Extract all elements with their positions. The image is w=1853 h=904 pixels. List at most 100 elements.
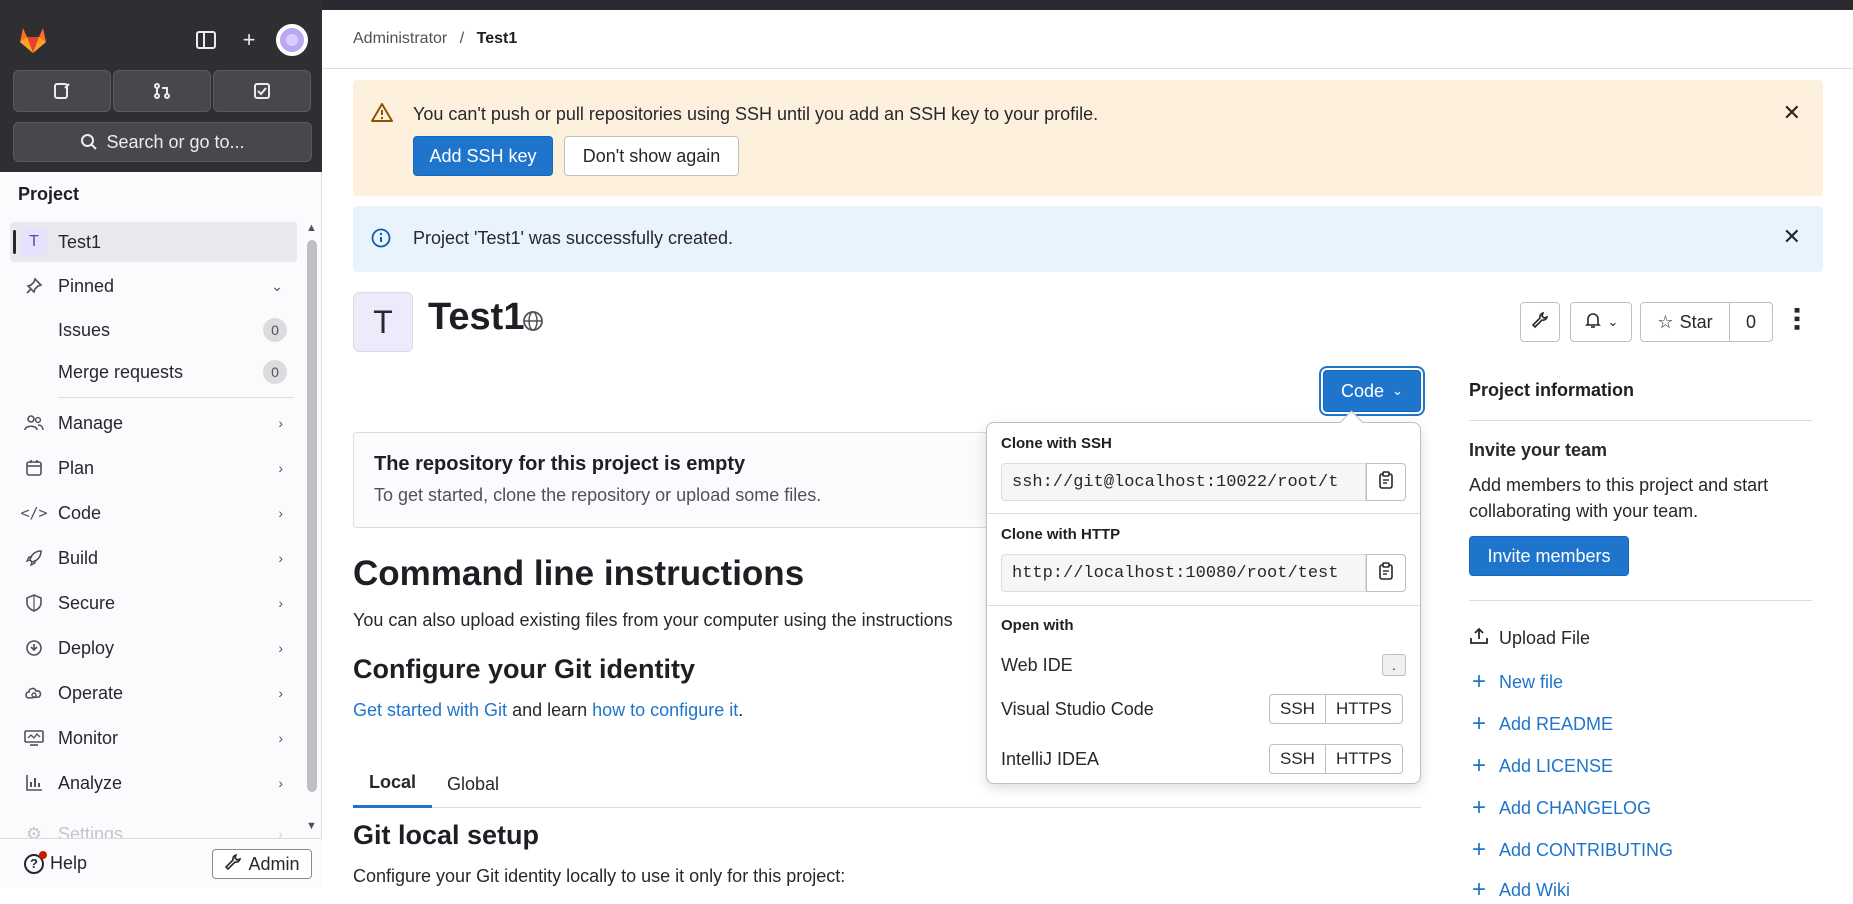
vscode-ssh-button[interactable]: SSH bbox=[1270, 695, 1325, 723]
calendar-icon bbox=[10, 459, 58, 477]
sidebar-item-deploy[interactable]: Deploy › bbox=[10, 628, 297, 668]
configure-git-link[interactable]: how to configure it bbox=[592, 700, 738, 720]
add-ssh-key-button[interactable]: Add SSH key bbox=[413, 136, 553, 176]
help-label: Help bbox=[50, 853, 88, 873]
add-wiki-link[interactable]: + Add Wiki bbox=[1469, 876, 1570, 904]
add-contributing-link[interactable]: + Add CONTRIBUTING bbox=[1469, 836, 1673, 864]
git-identity-text: Get started with Git and learn how to co… bbox=[353, 700, 743, 721]
upload-file-label: Upload File bbox=[1499, 628, 1591, 648]
chevron-down-icon: ⌄ bbox=[271, 277, 283, 294]
sidebar-scrollbar[interactable]: ▲ bbox=[306, 222, 318, 792]
invite-members-button[interactable]: Invite members bbox=[1469, 536, 1629, 576]
code-dropdown-button[interactable]: Code ⌄ bbox=[1323, 370, 1421, 412]
scroll-down-icon[interactable]: ▼ bbox=[306, 820, 317, 832]
plus-icon: + bbox=[1471, 668, 1486, 695]
sidebar-footer: ? Help Admin bbox=[0, 838, 322, 888]
users-icon bbox=[10, 414, 58, 432]
copy-icon bbox=[1377, 470, 1395, 495]
copy-ssh-url-button[interactable] bbox=[1366, 463, 1406, 501]
search-button[interactable]: Search or go to... bbox=[13, 122, 312, 162]
add-license-link[interactable]: + Add LICENSE bbox=[1469, 752, 1613, 780]
sidebar-toggle-icon[interactable] bbox=[192, 26, 220, 54]
sidebar-section-title: Project bbox=[18, 184, 80, 204]
close-icon[interactable]: ✕ bbox=[1783, 100, 1801, 126]
todo-shortcut-button[interactable] bbox=[213, 70, 311, 112]
upload-file-link[interactable]: Upload File bbox=[1469, 626, 1590, 651]
sidebar-item-monitor[interactable]: Monitor › bbox=[10, 718, 297, 758]
rocket-icon bbox=[10, 549, 58, 567]
issues-shortcut-button[interactable] bbox=[13, 70, 111, 112]
dropdown-divider bbox=[987, 605, 1420, 606]
tab-global[interactable]: Global bbox=[431, 760, 515, 808]
sidebar-item-analyze[interactable]: Analyze › bbox=[10, 763, 297, 803]
git-identity-heading: Configure your Git identity bbox=[353, 654, 695, 684]
plus-icon[interactable]: + bbox=[235, 26, 263, 54]
copy-http-url-button[interactable] bbox=[1366, 554, 1406, 592]
star-button[interactable]: ☆ Star bbox=[1640, 302, 1730, 342]
merge-requests-shortcut-button[interactable] bbox=[113, 70, 211, 112]
sidebar-item-project[interactable]: T Test1 bbox=[10, 222, 297, 262]
code-icon: </> bbox=[20, 504, 48, 522]
project-settings-button[interactable] bbox=[1520, 302, 1560, 342]
intellij-ssh-button[interactable]: SSH bbox=[1270, 745, 1325, 773]
sidebar-item-label: Deploy bbox=[58, 637, 115, 658]
sidebar-item-manage[interactable]: Manage › bbox=[10, 403, 297, 443]
cli-text: You can also upload existing files from … bbox=[353, 610, 953, 630]
chevron-right-icon: › bbox=[278, 685, 283, 701]
sidebar-item-build[interactable]: Build › bbox=[10, 538, 297, 578]
project-created-alert: Project 'Test1' was successfully created… bbox=[353, 206, 1823, 272]
clone-ssh-url-field[interactable]: ssh://git@localhost:10022/root/t bbox=[1001, 463, 1366, 501]
merge-request-icon bbox=[154, 83, 170, 99]
breadcrumb-parent[interactable]: Administrator bbox=[353, 30, 447, 47]
vscode-https-button[interactable]: HTTPS bbox=[1324, 695, 1402, 723]
sidebar-item-operate[interactable]: Operate › bbox=[10, 673, 297, 713]
scroll-up-icon[interactable]: ▲ bbox=[306, 222, 317, 234]
add-readme-link[interactable]: + Add README bbox=[1469, 710, 1613, 738]
sidebar-item-label: Test1 bbox=[58, 231, 102, 252]
plus-icon: + bbox=[1471, 836, 1486, 863]
star-count[interactable]: 0 bbox=[1729, 302, 1773, 342]
gitlab-logo-icon[interactable] bbox=[16, 22, 50, 56]
help-button[interactable]: ? Help bbox=[24, 850, 88, 874]
chart-icon bbox=[10, 774, 58, 792]
sidebar: + Search or go to... Project T Test1 Pin… bbox=[0, 0, 322, 888]
warning-icon bbox=[371, 102, 393, 127]
get-started-git-link[interactable]: Get started with Git bbox=[353, 700, 507, 720]
open-vscode-label: Visual Studio Code bbox=[1001, 699, 1154, 719]
plus-icon: + bbox=[1471, 794, 1486, 821]
ssh-warning-alert: You can't push or pull repositories usin… bbox=[353, 80, 1823, 196]
clone-http-url-field[interactable]: http://localhost:10080/root/test bbox=[1001, 554, 1366, 592]
chevron-right-icon: › bbox=[278, 730, 283, 746]
admin-button[interactable]: Admin bbox=[212, 849, 312, 879]
new-file-link[interactable]: + New file bbox=[1469, 668, 1563, 696]
sidebar-item-secure[interactable]: Secure › bbox=[10, 583, 297, 623]
more-actions-icon[interactable]: ⋯ bbox=[1782, 306, 1812, 332]
intellij-https-button[interactable]: HTTPS bbox=[1324, 745, 1402, 773]
user-avatar[interactable] bbox=[276, 24, 308, 56]
sidebar-item-plan[interactable]: Plan › bbox=[10, 448, 297, 488]
sidebar-item-pinned[interactable]: Pinned ⌄ bbox=[10, 266, 297, 306]
notifications-button[interactable]: ⌄ bbox=[1570, 302, 1632, 342]
scrollbar-thumb[interactable] bbox=[307, 240, 317, 792]
project-created-message: Project 'Test1' was successfully created… bbox=[413, 228, 734, 248]
tab-local[interactable]: Local bbox=[353, 760, 433, 808]
breadcrumb: Administrator / Test1 bbox=[353, 30, 517, 48]
sidebar-item-issues[interactable]: Issues 0 bbox=[10, 310, 297, 350]
code-button-label: Code bbox=[1341, 380, 1385, 401]
breadcrumb-current[interactable]: Test1 bbox=[477, 30, 518, 47]
close-icon[interactable]: ✕ bbox=[1783, 224, 1801, 250]
dont-show-again-button[interactable]: Don't show again bbox=[564, 136, 739, 176]
add-changelog-link[interactable]: + Add CHANGELOG bbox=[1469, 794, 1651, 822]
star-label: Star bbox=[1679, 311, 1713, 332]
cloud-icon bbox=[10, 684, 58, 702]
search-icon bbox=[81, 134, 98, 150]
admin-label: Admin bbox=[248, 853, 300, 874]
sidebar-item-label: Code bbox=[58, 502, 102, 523]
sidebar-item-code[interactable]: </> Code › bbox=[10, 493, 297, 533]
invite-team-title: Invite your team bbox=[1469, 440, 1608, 460]
open-web-ide-item[interactable]: Web IDE bbox=[1001, 655, 1073, 676]
star-icon: ☆ bbox=[1657, 311, 1674, 332]
info-icon bbox=[371, 228, 391, 253]
sidebar-item-merge-requests[interactable]: Merge requests 0 bbox=[10, 352, 297, 392]
project-information-title: Project information bbox=[1469, 380, 1635, 400]
